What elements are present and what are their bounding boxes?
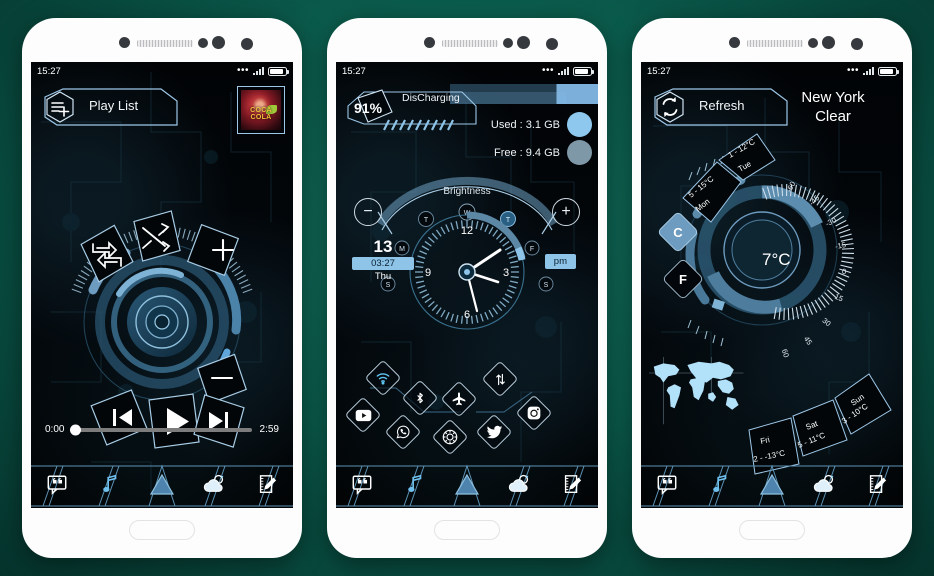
app-shortcut-grid [336, 62, 598, 508]
phone-top-bezel [22, 18, 302, 62]
phone3-screen[interactable]: 15:27 ••• Refresh New York Clear 7°C -60… [641, 62, 903, 508]
date-number: 13 [373, 237, 393, 256]
music-icon[interactable] [400, 469, 430, 499]
total-time: 2:59 [259, 424, 279, 435]
wifi-icon[interactable] [364, 359, 402, 397]
home-icon[interactable] [452, 469, 482, 499]
weather-icon[interactable] [199, 469, 229, 499]
player-top-buttons [31, 62, 293, 508]
home-button[interactable] [739, 520, 805, 540]
clock-date-block: 13 03:27 Thu [352, 238, 414, 282]
home-icon[interactable] [757, 469, 787, 499]
phone-top-bezel [327, 18, 607, 62]
mobile-data-icon[interactable] [481, 360, 519, 398]
front-camera [822, 36, 835, 49]
home-icon[interactable] [147, 469, 177, 499]
digital-time: 03:27 [352, 257, 414, 270]
bottom-dock [336, 460, 598, 508]
weather-icon[interactable] [504, 469, 534, 499]
weather-icon[interactable] [809, 469, 839, 499]
whatsapp-icon[interactable] [384, 413, 422, 451]
front-camera [212, 36, 225, 49]
music-icon[interactable] [95, 469, 125, 499]
fahrenheit-toggle[interactable]: F [661, 257, 705, 301]
bottom-dock [641, 460, 903, 508]
weekday-label: Thu [374, 271, 392, 282]
messages-icon[interactable] [652, 469, 682, 499]
sensor-dot [119, 37, 130, 48]
phone-bottom-bezel [632, 508, 912, 558]
notes-icon[interactable] [252, 469, 282, 499]
settings-icon[interactable] [431, 418, 469, 456]
elapsed-time: 0:00 [45, 424, 65, 435]
celsius-toggle[interactable]: C [656, 210, 700, 254]
sensor-dot [503, 38, 513, 48]
home-button[interactable] [434, 520, 500, 540]
airplane-mode-icon[interactable] [440, 380, 478, 418]
phone-device-2: 15:27 ••• Used : 3.1 GB Free : 9.4 GB 91… [327, 18, 607, 558]
home-button[interactable] [129, 520, 195, 540]
sensor-dot [424, 37, 435, 48]
meridiem-label: pm [544, 254, 576, 269]
sensor-dot [729, 37, 740, 48]
notes-icon[interactable] [557, 469, 587, 499]
instagram-icon[interactable] [515, 394, 553, 432]
phone2-screen[interactable]: 15:27 ••• Used : 3.1 GB Free : 9.4 GB 91… [336, 62, 598, 508]
phone1-screen[interactable]: 15:27 ••• Play List COCA COLA 0:00 2:59 [31, 62, 293, 508]
phone-top-bezel [632, 18, 912, 62]
messages-icon[interactable] [42, 469, 72, 499]
sensor-dot [198, 38, 208, 48]
fahrenheit-label: F [679, 271, 687, 287]
playback-progress[interactable]: 0:00 2:59 [45, 424, 279, 435]
phone-bottom-bezel [22, 508, 302, 558]
earpiece-speaker [747, 40, 803, 47]
twitter-icon[interactable] [475, 413, 513, 451]
celsius-label: C [673, 224, 683, 240]
app-connector-lines [370, 387, 533, 413]
front-camera [517, 36, 530, 49]
earpiece-speaker [137, 40, 193, 47]
youtube-icon[interactable] [344, 396, 382, 434]
messages-icon[interactable] [347, 469, 377, 499]
phone-bottom-bezel [327, 508, 607, 558]
phone-device-3: 15:27 ••• Refresh New York Clear 7°C -60… [632, 18, 912, 558]
bluetooth-icon[interactable] [401, 379, 439, 417]
music-icon[interactable] [705, 469, 735, 499]
earpiece-speaker [442, 40, 498, 47]
sensor-dot [851, 38, 863, 50]
notes-icon[interactable] [862, 469, 892, 499]
seek-bar[interactable] [70, 424, 252, 435]
sensor-dot [546, 38, 558, 50]
phone-device-1: 15:27 ••• Play List COCA COLA 0:00 2:59 [22, 18, 302, 558]
sensor-dot [808, 38, 818, 48]
seek-knob[interactable] [70, 424, 82, 435]
bottom-dock [31, 460, 293, 508]
sensor-dot [241, 38, 253, 50]
